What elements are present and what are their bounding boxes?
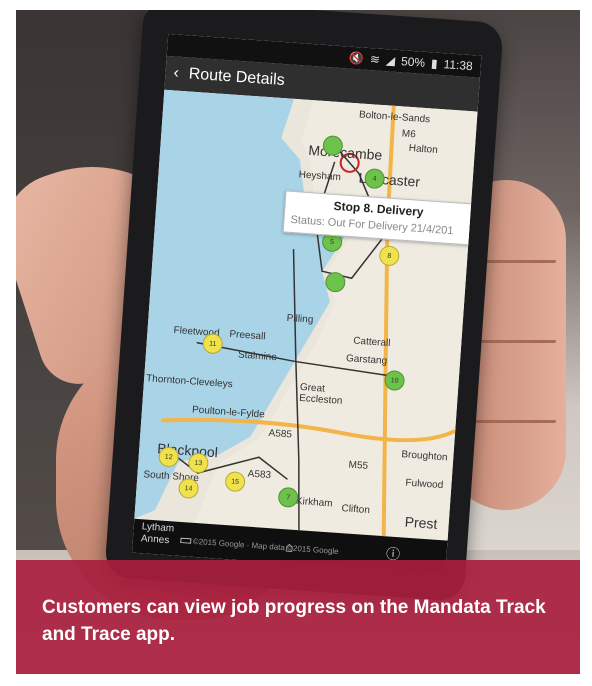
map-label-m55: M55 [348, 459, 369, 472]
mute-icon: 🔇 [348, 50, 365, 66]
status-time: 11:38 [443, 57, 474, 74]
map-label-lytham: Lytham [141, 521, 175, 535]
info-window-status: Status: Out For Delivery 21/4/201 [290, 213, 454, 238]
map-label-a583: A583 [247, 468, 272, 482]
map-label-m6: M6 [401, 128, 417, 141]
info-window-title: Stop 8. Delivery [333, 198, 424, 220]
phone-screen: 🔇 ≋ ◢ 50% ▮ 11:38 ‹ Route Details Bolton… [131, 33, 482, 575]
signal-icon: ◢ [385, 53, 396, 68]
battery-icon: ▮ [430, 56, 439, 71]
map-label-pilling: Pilling [286, 312, 314, 326]
caption-text: Customers can view job progress on the M… [42, 597, 546, 645]
map-label-annes: Annes [140, 533, 170, 547]
map-label-a585: A585 [268, 427, 293, 441]
route-map[interactable]: Bolton-le-Sands M6 Halton Morecambe Heys… [134, 89, 482, 541]
map-label-preston: Prest [404, 513, 438, 532]
map-label-great-eccleston: Great Eccleston [298, 381, 343, 407]
smartphone: 🔇 ≋ ◢ 50% ▮ 11:38 ‹ Route Details Bolton… [104, 10, 504, 602]
battery-level: 50% [400, 54, 426, 70]
caption-banner: Customers can view job progress on the M… [16, 560, 580, 674]
wifi-icon: ≋ [369, 52, 381, 67]
map-label-clifton: Clifton [341, 503, 371, 517]
back-icon[interactable]: ‹ [173, 64, 180, 82]
screen-title: Route Details [188, 65, 286, 90]
map-label-halton: Halton [408, 142, 439, 156]
recent-apps-icon[interactable]: ▭ [179, 530, 193, 548]
